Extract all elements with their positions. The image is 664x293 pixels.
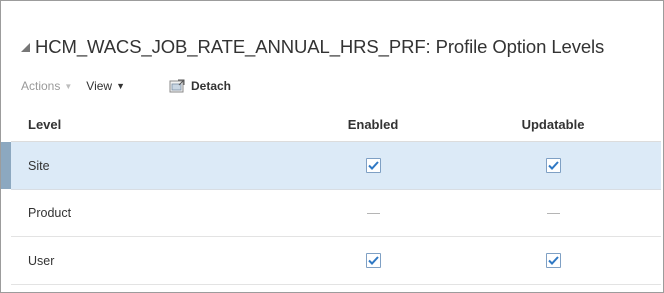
enabled-cell bbox=[318, 190, 428, 236]
profile-option-levels-panel: HCM_WACS_JOB_RATE_ANNUAL_HRS_PRF: Profil… bbox=[0, 0, 664, 293]
enabled-checkbox[interactable] bbox=[365, 158, 381, 173]
detach-button-label: Detach bbox=[191, 79, 232, 93]
level-cell: User bbox=[28, 253, 55, 268]
column-header-enabled[interactable]: Enabled bbox=[318, 107, 428, 141]
table-row[interactable]: Product bbox=[11, 190, 661, 237]
checkmark-icon bbox=[367, 161, 379, 170]
panel-header: HCM_WACS_JOB_RATE_ANNUAL_HRS_PRF: Profil… bbox=[19, 33, 604, 61]
triangle-collapse-icon[interactable] bbox=[19, 41, 31, 53]
checkmark-icon bbox=[547, 161, 559, 170]
updatable-checkbox[interactable] bbox=[545, 253, 561, 268]
updatable-cell bbox=[498, 142, 608, 189]
actions-menu[interactable]: Actions ▼ bbox=[21, 79, 72, 93]
checkmark-icon bbox=[367, 256, 379, 265]
view-menu[interactable]: View ▼ bbox=[86, 79, 125, 93]
updatable-cell bbox=[498, 190, 608, 236]
not-applicable-dash bbox=[546, 212, 560, 214]
enabled-cell bbox=[318, 142, 428, 189]
table-toolbar: Actions ▼ View ▼ Detach bbox=[21, 75, 231, 97]
detach-window-icon bbox=[169, 79, 185, 93]
checkmark-icon bbox=[547, 256, 559, 265]
table-row[interactable]: Site bbox=[11, 142, 661, 190]
enabled-checkbox[interactable] bbox=[365, 253, 381, 268]
view-menu-label: View bbox=[86, 79, 113, 93]
updatable-checkbox[interactable] bbox=[545, 158, 561, 173]
table-header-row: Level Enabled Updatable bbox=[11, 107, 661, 142]
updatable-cell bbox=[498, 237, 608, 284]
panel-title: HCM_WACS_JOB_RATE_ANNUAL_HRS_PRF: Profil… bbox=[35, 36, 605, 57]
caret-down-icon: ▼ bbox=[116, 81, 125, 91]
column-header-level[interactable]: Level bbox=[28, 107, 61, 141]
profile-levels-table: Level Enabled Updatable Site Product Use… bbox=[1, 107, 661, 286]
actions-menu-label: Actions bbox=[21, 79, 61, 93]
not-applicable-dash bbox=[366, 212, 380, 214]
caret-down-icon: ▼ bbox=[64, 81, 73, 91]
table-row[interactable]: User bbox=[11, 237, 661, 285]
detach-button[interactable]: Detach bbox=[169, 79, 231, 93]
enabled-cell bbox=[318, 237, 428, 284]
level-cell: Product bbox=[28, 206, 72, 220]
column-header-updatable[interactable]: Updatable bbox=[498, 107, 608, 141]
level-cell: Site bbox=[28, 158, 50, 173]
